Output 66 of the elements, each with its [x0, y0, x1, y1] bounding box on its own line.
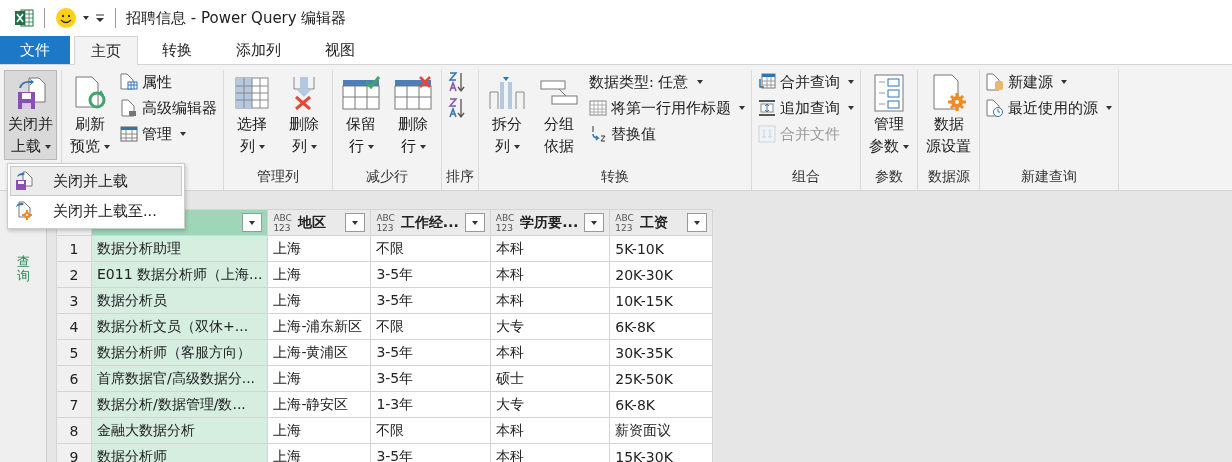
table-cell: 大专	[490, 391, 610, 418]
type-label: ABC 123	[495, 212, 515, 233]
table-cell: 1-3年	[370, 391, 491, 418]
group-label: 减少行	[365, 167, 409, 186]
table-cell: 3-5年	[370, 261, 491, 288]
table-cell: 上海-静安区	[267, 391, 371, 418]
table-cell: 本科	[490, 339, 610, 366]
table-cell: 6K-8K	[609, 313, 713, 340]
table-cell: 上海	[267, 235, 371, 262]
window-title: 招聘信息 - Power Query 编辑器	[126, 8, 347, 28]
type-label: ABC 123	[376, 212, 395, 233]
pane-label: 查询	[16, 255, 30, 284]
table-cell: 数据分析员	[91, 287, 268, 314]
group-label: 新建查询	[1020, 167, 1078, 186]
group-label: 参数	[874, 167, 904, 186]
table-cell: 硕士	[490, 365, 610, 392]
table-cell: 薪资面议	[609, 417, 713, 444]
row-number: 7	[56, 391, 92, 418]
table-cell: 3-5年	[370, 339, 491, 366]
table-cell: 30K-35K	[609, 339, 713, 366]
column-name: 工资	[639, 213, 669, 232]
table-cell: 不限	[370, 235, 491, 262]
table-cell: 本科	[490, 235, 610, 262]
table-cell: 上海-浦东新区	[267, 313, 371, 340]
table-cell: 3-5年	[370, 287, 491, 314]
group-label: 数据源	[926, 167, 971, 186]
row-number: 2	[56, 261, 92, 288]
table-cell: 5K-10K	[609, 235, 713, 262]
table-cell: 数据分析助理	[91, 235, 268, 262]
table-cell: 10K-15K	[609, 287, 713, 314]
table-cell: 不限	[370, 417, 491, 444]
table-cell: 金融大数据分析	[91, 417, 268, 444]
table-cell: E011 数据分析师（上海...	[91, 261, 268, 288]
group-label: 转换	[600, 167, 630, 186]
column-name: 地区	[297, 213, 327, 232]
row-number: 8	[56, 417, 92, 444]
table-cell: 本科	[490, 417, 610, 444]
column-name: 学历要...	[520, 213, 579, 232]
table-cell: 6K-8K	[609, 391, 713, 418]
row-number: 6	[56, 365, 92, 392]
table-cell: 3-5年	[370, 365, 491, 392]
table-cell: 上海	[267, 417, 371, 444]
table-cell: 数据分析师（客服方向）	[91, 339, 268, 366]
table-cell: 上海	[267, 261, 371, 288]
table-cell: 大专	[490, 313, 610, 340]
column-name: 工作经...	[400, 213, 459, 232]
table-cell: 本科	[490, 261, 610, 288]
table-cell: 数据分析文员（双休+...	[91, 313, 268, 340]
table-cell: 数据分析/数据管理/数...	[91, 391, 268, 418]
type-label: ABC 123	[615, 212, 634, 233]
table-cell: 25K-50K	[609, 365, 713, 392]
table-cell: 本科	[490, 287, 610, 314]
row-number: 4	[56, 313, 92, 340]
table-cell: 首席数据官/高级数据分...	[91, 365, 268, 392]
group-label: 组合	[791, 167, 821, 186]
row-number: 1	[56, 235, 92, 262]
table-cell: 不限	[370, 313, 491, 340]
table-cell: 上海	[267, 287, 371, 314]
table-cell: 上海-黄浦区	[267, 339, 371, 366]
group-label: 排序	[446, 167, 474, 186]
group-label: 管理列	[256, 167, 300, 186]
table-cell: 上海	[267, 365, 371, 392]
row-number: 3	[56, 287, 92, 314]
type-label: ABC 123	[273, 212, 292, 233]
table-cell: 20K-30K	[609, 261, 713, 288]
row-number: 5	[56, 339, 92, 366]
